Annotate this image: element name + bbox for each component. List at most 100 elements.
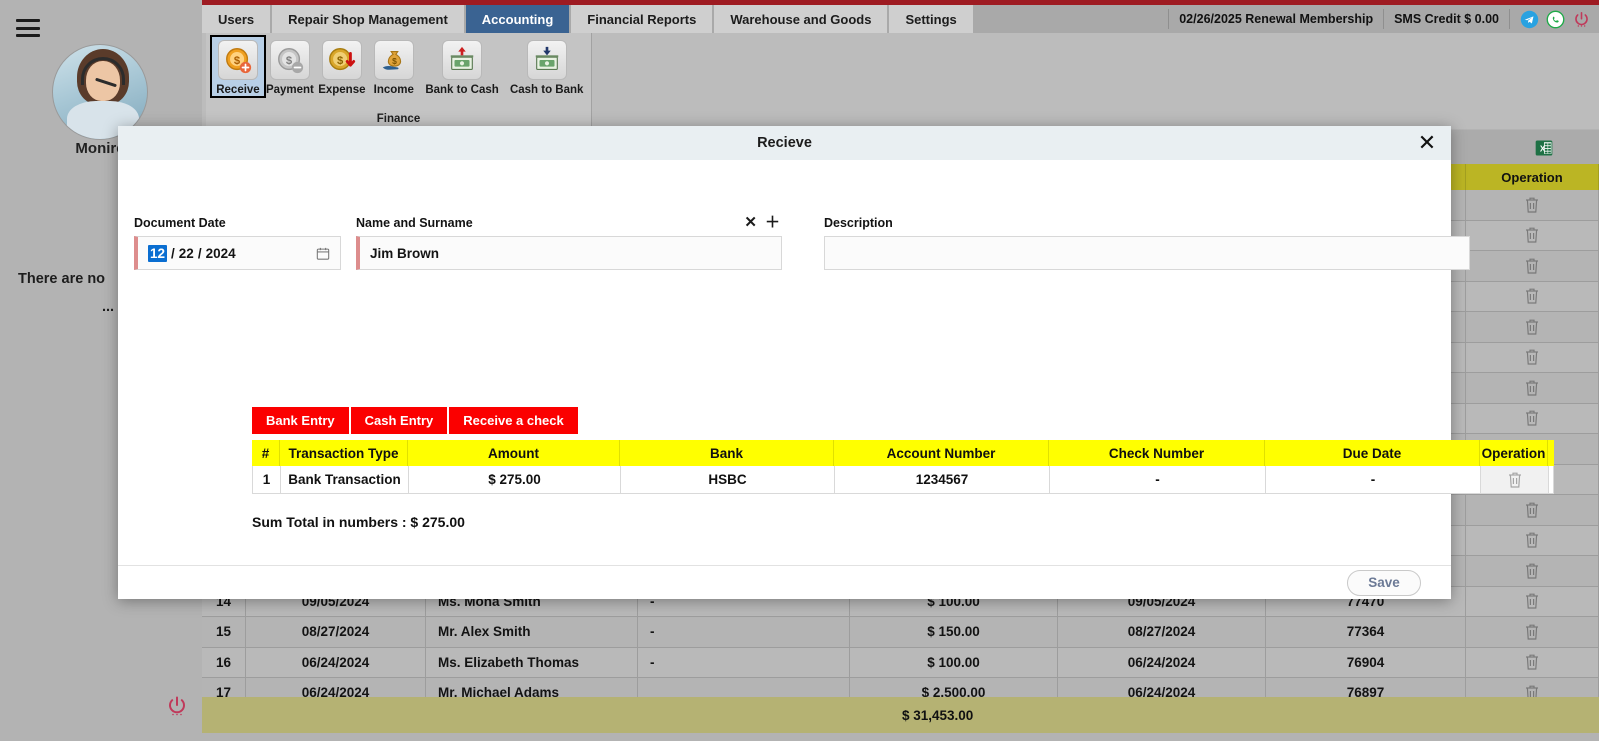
modal-footer: Save [118, 565, 1451, 599]
top-right-status: 02/26/2025 Renewal Membership SMS Credit… [1168, 5, 1599, 33]
trash-icon[interactable] [1524, 592, 1540, 610]
tab-settings[interactable]: Settings [889, 5, 975, 33]
trash-icon[interactable] [1524, 653, 1540, 671]
ribbon-button-cash-to-bank[interactable]: Cash to Bank [504, 37, 589, 96]
bank-up-arrow-icon [442, 40, 483, 80]
sms-credit-status: SMS Credit $ 0.00 [1383, 9, 1509, 29]
transactions-grand-total-bar: $ 31,453.00 [202, 697, 1599, 733]
mth-bank: Bank [620, 440, 834, 466]
bg-td-operation [1466, 342, 1599, 372]
description-input[interactable] [824, 236, 1470, 270]
trash-icon[interactable] [1524, 348, 1540, 366]
coin-down-arrow-icon: $ [321, 40, 362, 80]
trash-icon[interactable] [1524, 623, 1540, 641]
date-year-segment[interactable]: 2024 [206, 246, 236, 261]
trash-icon[interactable] [1524, 196, 1540, 214]
ribbon-group-title: Finance [376, 113, 421, 125]
modal-title: Recieve [757, 135, 812, 151]
telegram-icon[interactable] [1520, 10, 1539, 29]
membership-status: 02/26/2025 Renewal Membership [1168, 9, 1383, 29]
bg-td-operation [1466, 617, 1599, 647]
receive-a-check-button[interactable]: Receive a check [449, 407, 578, 434]
mth-due-date: Due Date [1265, 440, 1480, 466]
bg-td-idx: 15 [202, 617, 246, 647]
trash-icon[interactable] [1524, 287, 1540, 305]
name-surname-value: Jim Brown [370, 245, 440, 261]
trash-icon[interactable] [1524, 257, 1540, 275]
modal-body: Document Date 12 / 22 / 2024 Name and Su… [118, 160, 1554, 565]
tab-accounting[interactable]: Accounting [465, 5, 572, 33]
ribbon-button-income[interactable]: $ Income [368, 37, 420, 96]
date-month-segment[interactable]: 12 [148, 244, 168, 262]
ribbon-button-receive[interactable]: $ Receive [210, 35, 266, 98]
bg-td-date: 08/27/2024 [246, 617, 426, 647]
name-surname-input[interactable]: Jim Brown [356, 236, 782, 270]
bg-td-desc: - [638, 647, 850, 677]
tab-warehouse-and-goods[interactable]: Warehouse and Goods [714, 5, 890, 33]
trash-icon[interactable] [1524, 409, 1540, 427]
trash-icon[interactable] [1524, 318, 1540, 336]
trash-icon[interactable] [1524, 226, 1540, 244]
trash-icon[interactable] [1507, 471, 1523, 489]
trash-icon[interactable] [1524, 379, 1540, 397]
tab-repair-shop-management[interactable]: Repair Shop Management [272, 5, 466, 33]
power-icon-topbar[interactable] [1572, 10, 1591, 29]
bg-td-amount: $ 100.00 [850, 647, 1058, 677]
entry-buttons-group: Bank Entry Cash Entry Receive a check [252, 407, 578, 434]
bg-td-operation [1466, 525, 1599, 555]
whatsapp-icon[interactable] [1546, 10, 1565, 29]
calendar-icon[interactable] [316, 246, 330, 261]
modal-table-header: # Transaction Type Amount Bank Account N… [252, 440, 1554, 466]
bg-td-operation [1466, 312, 1599, 342]
bg-td-due: 06/24/2024 [1058, 647, 1266, 677]
cash-entry-button[interactable]: Cash Entry [350, 407, 448, 434]
tab-financial-reports[interactable]: Financial Reports [571, 5, 715, 33]
trash-icon[interactable] [1524, 562, 1540, 580]
trash-icon[interactable] [1524, 501, 1540, 519]
ribbon-label-expense: Expense [318, 84, 366, 96]
document-date-input[interactable]: 12 / 22 / 2024 [134, 236, 341, 270]
mth-number: # [252, 440, 280, 466]
app-root: Monire There are no ... Users Repair Sho… [0, 0, 1599, 741]
field-description: Description [824, 216, 1474, 270]
add-name-icon[interactable]: ＋ [765, 215, 780, 230]
close-icon[interactable]: ✕ [1413, 129, 1441, 157]
trash-icon[interactable] [1524, 531, 1540, 549]
ribbon-label-receive: Receive [216, 84, 260, 96]
bg-td-date: 06/24/2024 [246, 647, 426, 677]
mth-transaction-type: Transaction Type [280, 440, 408, 466]
save-button[interactable]: Save [1347, 569, 1421, 596]
date-separator-2: / [197, 245, 202, 261]
bank-entry-button[interactable]: Bank Entry [252, 407, 349, 434]
tab-users[interactable]: Users [202, 5, 273, 33]
mth-account-number: Account Number [834, 440, 1049, 466]
bg-td-desc: - [638, 617, 850, 647]
receive-modal: Recieve ✕ Document Date 12 / 22 / 2024 N… [118, 126, 1554, 599]
bg-td-operation [1466, 647, 1599, 677]
bg-td-amount: $ 150.00 [850, 617, 1058, 647]
ribbon-label-bank-to-cash: Bank to Cash [425, 84, 499, 96]
hamburger-menu-icon[interactable] [16, 19, 40, 37]
bank-down-arrow-icon [526, 40, 567, 80]
mth-operation: Operation [1480, 440, 1548, 466]
name-surname-label: Name and Surname [356, 216, 473, 230]
date-day-segment[interactable]: 22 [179, 246, 194, 261]
mtd-check-number: - [1050, 466, 1266, 493]
coin-minus-icon: $ [269, 40, 310, 80]
ribbon-button-payment[interactable]: $ Payment [264, 37, 316, 96]
document-date-label: Document Date [134, 216, 226, 230]
modal-form-row: Document Date 12 / 22 / 2024 Name and Su… [134, 215, 1474, 270]
mtd-number: 1 [253, 466, 281, 493]
mtd-transaction-type: Bank Transaction [281, 466, 409, 493]
modal-sum-total: Sum Total in numbers : $ 275.00 [252, 514, 465, 530]
field-document-date: Document Date 12 / 22 / 2024 [134, 216, 354, 270]
svg-text:$: $ [286, 55, 293, 67]
ribbon-bar: $ Receive $ Payment $ Expense $ Income B… [202, 33, 1599, 129]
transactions-grand-total: $ 31,453.00 [902, 707, 974, 723]
bg-td-operation [1466, 281, 1599, 311]
clear-name-icon[interactable]: ✕ [744, 215, 757, 230]
ribbon-button-bank-to-cash[interactable]: Bank to Cash [420, 37, 505, 96]
excel-export-icon[interactable]: X [1534, 138, 1554, 158]
power-icon[interactable] [165, 694, 189, 718]
ribbon-button-expense[interactable]: $ Expense [316, 37, 368, 96]
